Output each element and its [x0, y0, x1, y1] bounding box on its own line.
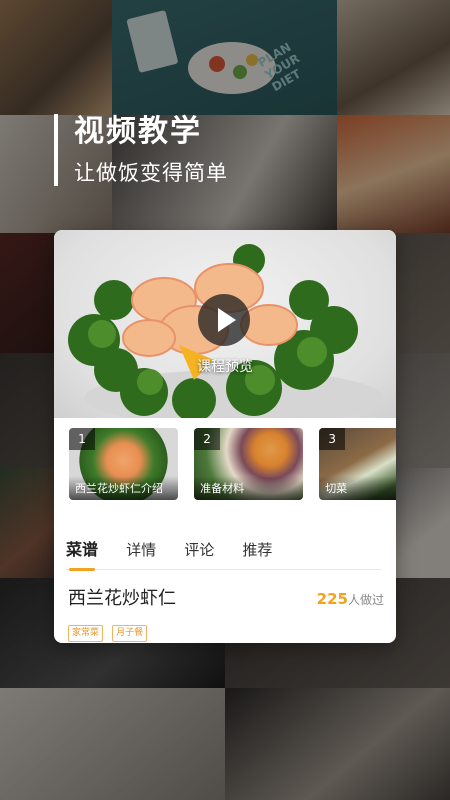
- made-count-suffix: 人做过: [347, 593, 384, 607]
- page-subtitle: 让做饭变得简单: [74, 161, 228, 185]
- step-thumbnail-3[interactable]: 3 切菜: [319, 428, 396, 500]
- step-thumbnail-2[interactable]: 2 准备材料: [194, 428, 304, 500]
- recipe-tags: 家常菜 月子餐: [68, 620, 151, 642]
- recipe-tag: 家常菜: [68, 625, 104, 642]
- step-label: 西兰花炒虾仁介绍: [69, 476, 178, 500]
- headline: 视频教学 让做饭变得简单: [54, 114, 228, 186]
- step-number: 1: [69, 428, 95, 450]
- step-thumbnails: 1 西兰花炒虾仁介绍 2 准备材料 3 切菜: [54, 418, 396, 515]
- course-preview-video[interactable]: 课程预览: [54, 230, 396, 418]
- content-tabs: 菜谱 详情 评论 推荐: [66, 536, 381, 571]
- made-count: 225人做过: [317, 588, 384, 611]
- recipe-tag: 月子餐: [112, 625, 148, 642]
- step-label: 切菜: [319, 476, 396, 500]
- tab-comments[interactable]: 评论: [184, 536, 214, 570]
- preview-label: 课程预览: [197, 359, 253, 375]
- tab-details[interactable]: 详情: [126, 536, 156, 570]
- page-title: 视频教学: [74, 114, 202, 149]
- step-thumbnail-1[interactable]: 1 西兰花炒虾仁介绍: [69, 428, 178, 500]
- step-number: 3: [319, 428, 346, 450]
- step-number: 2: [194, 428, 221, 450]
- step-label: 准备材料: [194, 476, 304, 500]
- tab-recipe[interactable]: 菜谱: [66, 536, 98, 571]
- play-button[interactable]: [198, 294, 250, 346]
- tab-recommend[interactable]: 推荐: [242, 536, 272, 570]
- recipe-info: 西兰花炒虾仁 225人做过: [68, 586, 384, 614]
- play-icon: [218, 308, 236, 332]
- course-card: 课程预览 1 西兰花炒虾仁介绍 2 准备材料 3 切菜 菜谱 详情 评论 推荐 …: [54, 230, 396, 643]
- made-count-number: 225: [316, 590, 348, 608]
- recipe-name: 西兰花炒虾仁: [68, 588, 176, 609]
